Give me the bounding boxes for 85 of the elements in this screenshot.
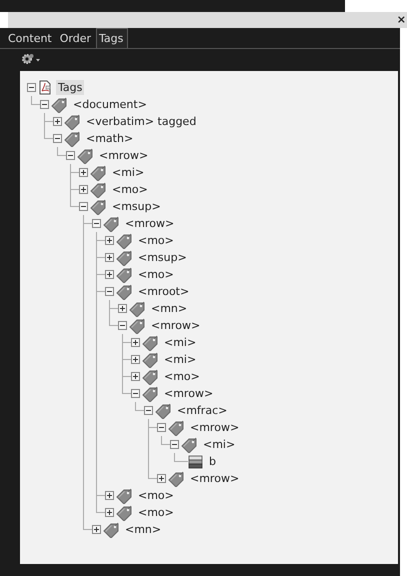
tag-icon: [116, 504, 132, 520]
tag-icon: [142, 352, 158, 368]
expand-icon[interactable]: [105, 508, 114, 517]
collapse-icon[interactable]: [105, 287, 114, 296]
collapse-icon[interactable]: [40, 100, 49, 109]
expand-icon[interactable]: [131, 355, 140, 364]
tag-icon: [129, 300, 145, 316]
tag-icon: [181, 436, 197, 452]
tree-item[interactable]: <mrow>: [97, 148, 150, 163]
expand-icon[interactable]: [105, 236, 114, 245]
tag-icon: [116, 250, 132, 266]
tag-icon: [129, 318, 145, 334]
tag-icon: [116, 232, 132, 248]
tag-icon: [90, 164, 106, 180]
collapse-icon[interactable]: [27, 83, 36, 92]
tag-icon: [90, 198, 106, 214]
tree-item[interactable]: Tags: [56, 80, 84, 95]
expand-icon[interactable]: [105, 491, 114, 500]
collapse-icon[interactable]: [92, 219, 101, 228]
tag-icon: [168, 470, 184, 486]
expand-icon[interactable]: [118, 304, 127, 313]
tag-icon: [168, 420, 184, 436]
tree-item[interactable]: <mrow>: [149, 318, 202, 333]
tree-item[interactable]: <mn>: [149, 301, 190, 316]
tree-item[interactable]: <msup>: [110, 199, 163, 214]
tree-item[interactable]: <mo>: [162, 369, 202, 384]
expand-icon[interactable]: [53, 117, 62, 126]
tree-item[interactable]: <mrow>: [188, 471, 242, 486]
close-button[interactable]: ×: [396, 13, 407, 27]
tree-item[interactable]: <mrow>: [188, 420, 242, 435]
expand-icon[interactable]: [79, 185, 88, 194]
collapse-icon[interactable]: [157, 423, 166, 432]
tree-item[interactable]: <mo>: [110, 182, 150, 197]
tag-icon: [77, 148, 93, 164]
collapse-icon[interactable]: [66, 151, 75, 160]
tab[interactable]: Tags: [96, 28, 128, 48]
document-icon: [38, 80, 52, 95]
tree-item[interactable]: <mn>: [123, 522, 164, 537]
tree-item[interactable]: <mrow>: [123, 216, 176, 231]
collapse-icon[interactable]: [170, 440, 179, 449]
tag-icon: [116, 488, 132, 504]
tag-icon: [51, 96, 67, 112]
expand-icon[interactable]: [131, 372, 140, 381]
expand-icon[interactable]: [92, 525, 101, 534]
tree-item[interactable]: <mi>: [110, 165, 146, 180]
content-box-icon: [188, 454, 203, 469]
tab[interactable]: Order: [56, 28, 96, 48]
tree-item[interactable]: <mrow>: [162, 386, 216, 401]
tree-item[interactable]: <msup>: [136, 250, 189, 265]
tree-item[interactable]: <mo>: [136, 267, 176, 282]
gear-icon[interactable]: [21, 52, 41, 64]
tag-icon: [142, 386, 158, 402]
tree-item[interactable]: <mi>: [162, 352, 198, 367]
collapse-icon[interactable]: [118, 321, 127, 330]
tree-item[interactable]: <mo>: [136, 505, 176, 520]
tree-item[interactable]: <document>: [71, 97, 149, 112]
tag-icon: [142, 334, 158, 350]
expand-icon[interactable]: [105, 270, 114, 279]
tree-item[interactable]: <mo>: [136, 488, 176, 503]
expand-icon[interactable]: [105, 253, 114, 262]
tree-item[interactable]: <mi>: [201, 437, 238, 452]
tag-icon: [64, 130, 80, 146]
tree-item[interactable]: <mroot>: [136, 284, 192, 299]
collapse-icon[interactable]: [79, 202, 88, 211]
tree-item[interactable]: <mo>: [136, 233, 176, 248]
tag-icon: [116, 266, 132, 282]
tree-item[interactable]: b: [207, 454, 218, 469]
collapse-icon[interactable]: [131, 389, 140, 398]
expand-icon[interactable]: [131, 338, 140, 347]
tag-icon: [64, 114, 80, 130]
tab[interactable]: Content: [5, 28, 57, 48]
tag-icon: [103, 216, 119, 232]
tag-icon: [116, 284, 132, 300]
expand-icon[interactable]: [157, 474, 166, 483]
tag-icon: [155, 402, 171, 418]
tree-item[interactable]: <mfrac>: [175, 403, 230, 418]
expand-icon[interactable]: [79, 168, 88, 177]
tag-icon: [90, 182, 106, 198]
tree-item[interactable]: <verbatim> tagged: [84, 114, 198, 129]
collapse-icon[interactable]: [144, 406, 153, 415]
tag-icon: [142, 368, 158, 384]
tree-item[interactable]: <mi>: [162, 335, 198, 350]
tag-icon: [103, 522, 119, 538]
collapse-icon[interactable]: [53, 134, 62, 143]
tree-item[interactable]: <math>: [84, 131, 136, 146]
